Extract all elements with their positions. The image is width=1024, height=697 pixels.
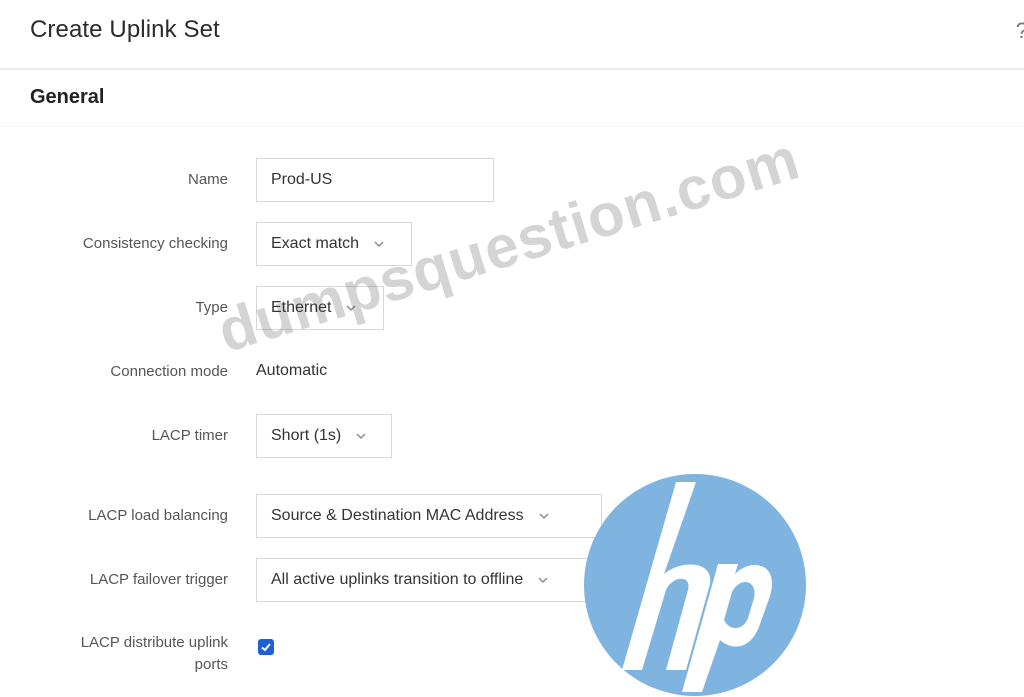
lacp-failover-trigger-select[interactable]: All active uplinks transition to offline (256, 558, 610, 602)
form-row-lacp-failover-trigger: LACP failover trigger All active uplinks… (0, 558, 1024, 602)
lacp-distribute-uplink-ports-checkbox[interactable] (258, 639, 274, 655)
form-row-consistency-checking: Consistency checking Exact match (0, 222, 1024, 266)
name-label: Name (187, 171, 228, 188)
chevron-down-icon (346, 305, 356, 311)
consistency-checking-select[interactable]: Exact match (256, 222, 412, 266)
chevron-down-icon (539, 513, 549, 519)
lacp-failover-trigger-label: LACP failover trigger (89, 571, 228, 588)
lacp-distribute-uplink-ports-label-line2: ports (194, 656, 228, 673)
lacp-distribute-uplink-ports-label-line1: LACP distribute uplink (80, 634, 228, 651)
chevron-down-icon (538, 577, 548, 583)
section-divider (0, 126, 1024, 127)
chevron-down-icon (374, 241, 384, 247)
checkmark-icon (261, 643, 271, 652)
form-row-lacp-load-balancing: LACP load balancing Source & Destination… (0, 494, 1024, 538)
chevron-down-icon (356, 433, 366, 439)
lacp-load-balancing-value: Source & Destination MAC Address (271, 507, 524, 524)
dialog-header: Create Uplink Set ? (0, 0, 1024, 70)
type-select[interactable]: Ethernet (256, 286, 384, 330)
name-input[interactable] (256, 158, 494, 202)
lacp-load-balancing-label: LACP load balancing (88, 507, 228, 524)
lacp-timer-select[interactable]: Short (1s) (256, 414, 392, 458)
lacp-timer-value: Short (1s) (271, 427, 342, 444)
lacp-failover-trigger-value: All active uplinks transition to offline (271, 571, 524, 588)
connection-mode-label: Connection mode (110, 363, 228, 380)
section-title-general: General (30, 86, 105, 108)
lacp-timer-label: LACP timer (151, 427, 228, 444)
help-icon[interactable]: ? (1016, 18, 1024, 44)
type-value: Ethernet (271, 299, 332, 316)
form-row-lacp-distribute-uplink-ports: LACP distribute uplink ports (0, 630, 1024, 680)
connection-mode-value: Automatic (256, 362, 328, 379)
form-row-name: Name (0, 158, 1024, 202)
lacp-load-balancing-select[interactable]: Source & Destination MAC Address (256, 494, 602, 538)
consistency-checking-label: Consistency checking (82, 235, 228, 252)
consistency-checking-value: Exact match (271, 235, 360, 252)
lacp-distribute-uplink-ports-label: LACP distribute uplink ports (81, 632, 228, 676)
form-row-connection-mode: Connection mode Automatic (0, 350, 1024, 394)
type-label: Type (195, 299, 228, 316)
form-row-type: Type Ethernet (0, 286, 1024, 330)
create-uplink-set-dialog: Create Uplink Set ? General Name Consist… (0, 0, 1024, 697)
form-row-lacp-timer: LACP timer Short (1s) (0, 414, 1024, 458)
dialog-title: Create Uplink Set (30, 16, 220, 43)
